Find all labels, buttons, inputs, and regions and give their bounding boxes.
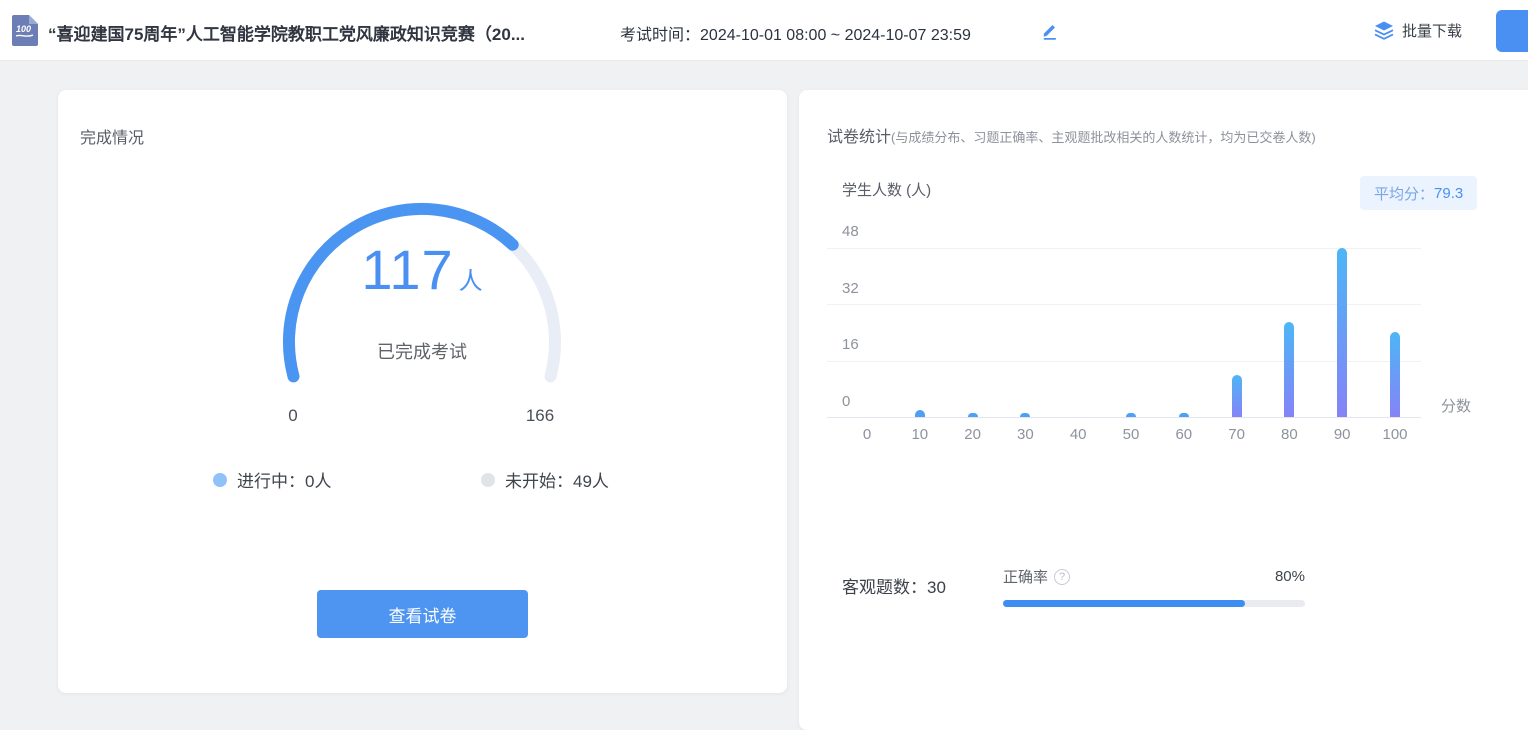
in-progress-label: 进行中：0人 bbox=[237, 467, 331, 492]
bar-score-50 bbox=[1126, 413, 1136, 417]
gauge-max-label: 166 bbox=[510, 406, 570, 426]
accuracy-percent: 80% bbox=[1275, 568, 1305, 585]
accuracy-progress-bar bbox=[1003, 600, 1305, 607]
x-tick-60: 60 bbox=[1164, 426, 1204, 443]
batch-download-button[interactable]: 批量下载 bbox=[1374, 20, 1462, 41]
x-tick-40: 40 bbox=[1058, 426, 1098, 443]
x-tick-70: 70 bbox=[1217, 426, 1257, 443]
completion-card-title: 完成情况 bbox=[80, 124, 144, 148]
legend-not-started: 未开始：49人 bbox=[481, 467, 609, 492]
help-icon[interactable]: ? bbox=[1054, 569, 1070, 585]
y-tick-16: 16 bbox=[842, 335, 878, 355]
gridline-32 bbox=[827, 304, 1421, 305]
completed-count: 117 bbox=[361, 238, 453, 301]
bar-score-10 bbox=[915, 410, 925, 417]
bar-score-20 bbox=[968, 413, 978, 417]
average-score-value: 79.3 bbox=[1434, 185, 1463, 202]
objective-count-label: 客观题数： bbox=[842, 578, 927, 597]
top-header-bar: 100 “喜迎建国75周年”人工智能学院教职工党风廉政知识竞赛（20... 考试… bbox=[0, 0, 1528, 61]
gauge-caption: 已完成考试 bbox=[277, 338, 567, 364]
batch-download-label: 批量下载 bbox=[1402, 20, 1462, 41]
header-action-button[interactable] bbox=[1496, 10, 1528, 52]
exam-title: “喜迎建国75周年”人工智能学院教职工党风廉政知识竞赛（20... bbox=[48, 20, 525, 45]
stats-card-title-row: 试卷统计(与成绩分布、习题正确率、主观题批改相关的人数统计，均为已交卷人数) bbox=[827, 123, 1316, 147]
bar-score-60 bbox=[1179, 413, 1189, 417]
bar-score-70 bbox=[1232, 375, 1242, 417]
exam-time-value: 2024-10-01 08:00 ~ 2024-10-07 23:59 bbox=[700, 27, 971, 44]
bar-score-90 bbox=[1337, 248, 1347, 418]
accuracy-label: 正确率 bbox=[1003, 566, 1048, 587]
x-tick-20: 20 bbox=[953, 426, 993, 443]
average-score-badge: 平均分： 79.3 bbox=[1360, 176, 1477, 210]
x-tick-90: 90 bbox=[1322, 426, 1362, 443]
average-score-label: 平均分： bbox=[1374, 183, 1434, 204]
stats-card-subtitle: (与成绩分布、习题正确率、主观题批改相关的人数统计，均为已交卷人数) bbox=[891, 130, 1316, 145]
y-axis-title: 学生人数 (人) bbox=[842, 179, 931, 200]
score-chart-plot bbox=[827, 230, 1421, 418]
gauge-min-label: 0 bbox=[263, 406, 323, 426]
x-tick-10: 10 bbox=[900, 426, 940, 443]
x-tick-80: 80 bbox=[1269, 426, 1309, 443]
edit-time-icon[interactable] bbox=[1041, 22, 1059, 40]
bar-score-80 bbox=[1284, 322, 1294, 417]
completed-unit: 人 bbox=[459, 268, 483, 295]
stats-card-title: 试卷统计 bbox=[827, 129, 891, 146]
gauge-center-value: 117人 bbox=[277, 242, 567, 298]
completion-card: 完成情况 117人 已完成考试 0 166 进行中：0人 未开始：49人 查看试… bbox=[58, 90, 787, 693]
accuracy-progress-fill bbox=[1003, 600, 1245, 607]
accuracy-row: 正确率 ? 80% bbox=[1003, 566, 1305, 587]
legend-in-progress: 进行中：0人 bbox=[213, 467, 331, 492]
y-tick-48: 48 bbox=[842, 222, 878, 242]
not-started-dot-icon bbox=[481, 473, 495, 487]
x-axis-title: 分数 bbox=[1441, 395, 1471, 416]
x-tick-50: 50 bbox=[1111, 426, 1151, 443]
layers-icon bbox=[1374, 21, 1394, 40]
svg-text:100: 100 bbox=[16, 24, 31, 34]
objective-count: 客观题数：30 bbox=[842, 573, 946, 598]
y-tick-0: 0 bbox=[842, 392, 878, 412]
view-paper-button[interactable]: 查看试卷 bbox=[317, 590, 528, 638]
bar-score-30 bbox=[1020, 413, 1030, 417]
in-progress-dot-icon bbox=[213, 473, 227, 487]
x-tick-30: 30 bbox=[1005, 426, 1045, 443]
not-started-label: 未开始：49人 bbox=[505, 467, 609, 492]
exam-time: 考试时间：2024-10-01 08:00 ~ 2024-10-07 23:59 bbox=[620, 21, 971, 45]
gridline-16 bbox=[827, 361, 1421, 362]
x-tick-100: 100 bbox=[1375, 426, 1415, 443]
exam-paper-icon: 100 bbox=[12, 15, 38, 46]
exam-time-label: 考试时间： bbox=[620, 27, 700, 44]
bar-score-100 bbox=[1390, 332, 1400, 417]
objective-count-value: 30 bbox=[927, 578, 946, 597]
gridline-48 bbox=[827, 248, 1421, 249]
y-tick-32: 32 bbox=[842, 279, 878, 299]
x-tick-0: 0 bbox=[847, 426, 887, 443]
stats-card: 试卷统计(与成绩分布、习题正确率、主观题批改相关的人数统计，均为已交卷人数) 学… bbox=[799, 90, 1528, 730]
